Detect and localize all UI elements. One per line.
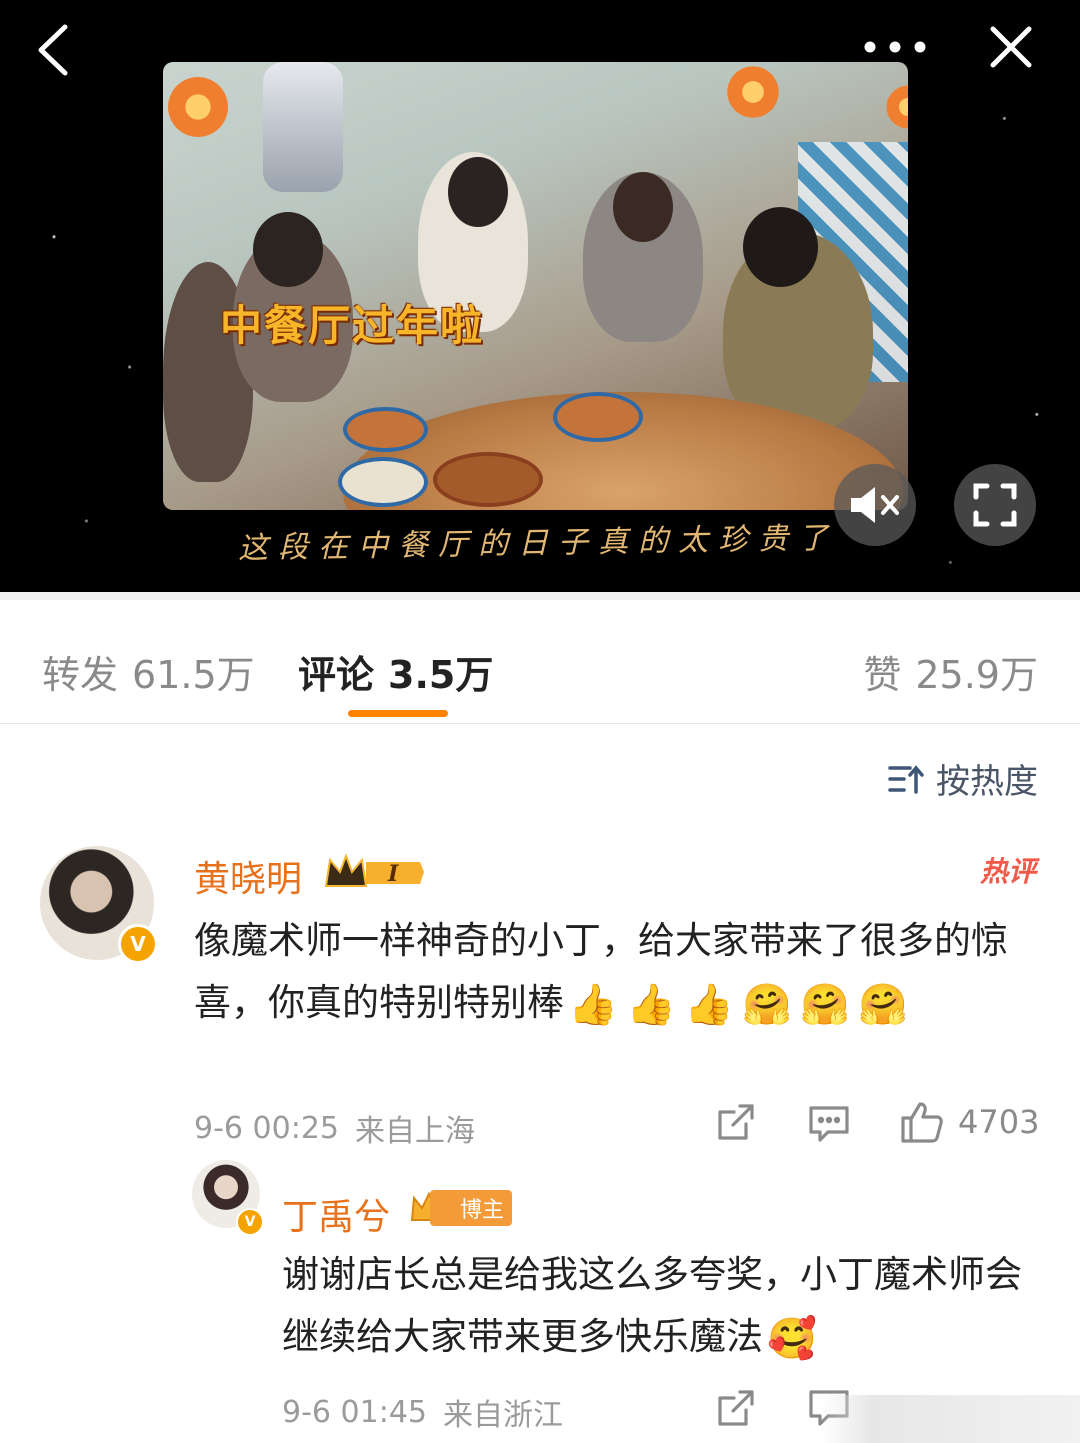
share-button[interactable] [716, 1102, 756, 1142]
blogger-tag: 博主 [430, 1190, 513, 1226]
tab-comment[interactable]: 评论 3.5万 [298, 644, 493, 699]
thumbs-up-emoji-icon: 👍 [568, 981, 618, 1028]
reply-button[interactable] [808, 1104, 850, 1144]
decor-flower [723, 62, 783, 122]
close-icon [990, 26, 1032, 68]
watermark-overlay [820, 1395, 1080, 1443]
tab-repost[interactable]: 转发 61.5万 [42, 644, 255, 699]
scene-person-head [448, 157, 508, 227]
more-button[interactable] [855, 22, 935, 72]
tab-like-label: 赞 [863, 653, 902, 697]
hug-emoji-icon: 🤗 [742, 981, 792, 1028]
scene-person-head [613, 172, 673, 242]
tab-repost-label: 转发 [42, 653, 119, 697]
fullscreen-button[interactable] [954, 464, 1036, 546]
like-button[interactable]: 4703 [900, 1100, 1039, 1144]
tab-comment-label: 评论 [298, 653, 375, 697]
video-player[interactable]: 中餐厅过年啦 这段在中餐厅的日子真的太珍贵了 [0, 0, 1080, 592]
decor-flower [163, 72, 233, 142]
video-frame[interactable] [163, 62, 908, 510]
mute-button[interactable] [834, 464, 916, 546]
reply-text: 谢谢店长总是给我这么多夸奖，小丁魔术师会继续给大家带来更多快乐魔法 🥰 [282, 1244, 1052, 1368]
back-button[interactable] [26, 20, 78, 80]
video-overlay-title: 中餐厅过年啦 [220, 301, 485, 350]
scene-robot [263, 62, 343, 192]
sort-by-hot-button[interactable]: 按热度 [888, 754, 1038, 803]
comment-time: 9-6 00:25 [194, 1110, 339, 1146]
reply-meta: 9-6 01:45 来自浙江 [282, 1390, 563, 1434]
tab-like-count: 25.9万 [915, 653, 1038, 697]
share-icon [718, 1390, 754, 1426]
share-icon [718, 1104, 754, 1140]
like-count: 4703 [958, 1103, 1040, 1141]
sort-label: 按热度 [936, 762, 1038, 802]
hot-comment-badge: 热评 [979, 855, 1036, 888]
tab-comment-count: 3.5万 [388, 653, 494, 697]
hug-emoji-icon: 🤗 [800, 981, 850, 1028]
close-button[interactable] [982, 18, 1040, 76]
reply-location: 来自浙江 [443, 1398, 563, 1433]
scene-person-head [743, 207, 818, 287]
share-button[interactable] [716, 1388, 756, 1428]
scene-dish [553, 392, 643, 442]
sort-icon [888, 764, 924, 794]
scene-dish [343, 407, 428, 452]
scene-dish [338, 457, 428, 507]
section-divider [0, 592, 1080, 600]
thumbs-up-emoji-icon: 👍 [626, 981, 676, 1028]
comment-text: 像魔术师一样神奇的小丁，给大家带来了很多的惊喜，你真的特别特别棒 👍 👍 👍 🤗 🤗 🤗 [194, 910, 1044, 1034]
tab-like[interactable]: 赞 25.9万 [863, 644, 1038, 699]
verified-badge-icon: V [118, 924, 158, 964]
comment-username[interactable]: 黄晓明 [194, 850, 302, 902]
active-tab-indicator [348, 710, 448, 717]
thumbs-up-icon [901, 1102, 943, 1143]
decor-flower [883, 82, 908, 132]
comment-bubble-icon [809, 1106, 849, 1142]
crown-level-icon: I [324, 853, 424, 887]
reply-time: 9-6 01:45 [282, 1394, 427, 1430]
scene-dish [433, 452, 543, 507]
verified-badge-icon: V [236, 1208, 264, 1236]
interaction-tabs: 转发 61.5万 评论 3.5万 赞 25.9万 [0, 592, 1080, 724]
comment-location: 来自上海 [355, 1114, 475, 1149]
more-dots-icon [864, 41, 926, 53]
comment-meta: 9-6 00:25 来自上海 [194, 1106, 475, 1150]
blogger-badge: 博主 [408, 1190, 513, 1226]
hug-emoji-icon: 🤗 [858, 981, 908, 1028]
fullscreen-icon [973, 483, 1017, 527]
speaker-muted-icon [851, 487, 899, 523]
reply-body: 谢谢店长总是给我这么多夸奖，小丁魔术师会继续给大家带来更多快乐魔法 [282, 1253, 1022, 1358]
smiling-hearts-emoji-icon: 🥰 [767, 1315, 817, 1362]
level-number: I [387, 861, 399, 887]
scene-person-head [253, 212, 323, 287]
tab-repost-count: 61.5万 [132, 653, 255, 697]
reply-username[interactable]: 丁禹兮 [282, 1188, 390, 1240]
chevron-left-icon [38, 24, 68, 76]
thumbs-up-emoji-icon: 👍 [684, 981, 734, 1028]
